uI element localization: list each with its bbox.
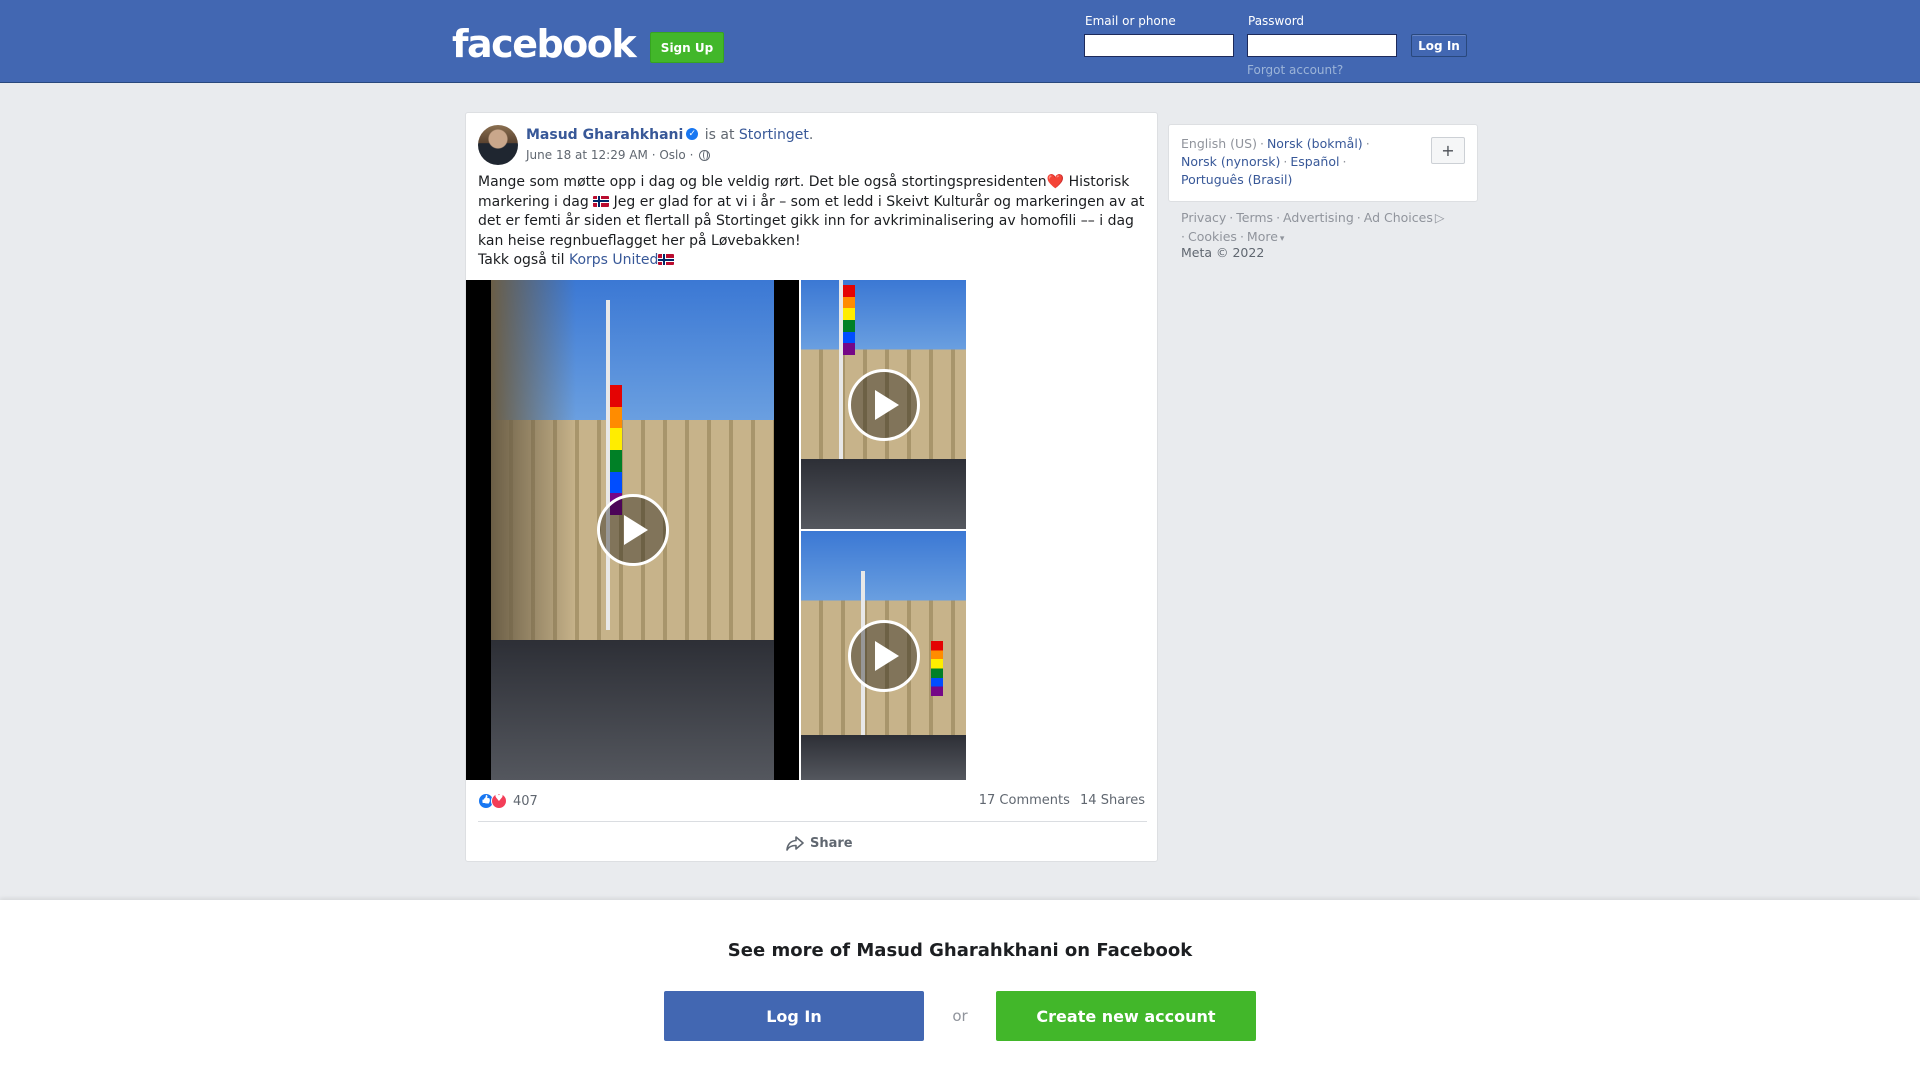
rainbow-flag <box>843 285 855 355</box>
login-prompt-banner: See more of Masud Gharahkhani on Faceboo… <box>0 900 1920 1080</box>
password-field[interactable] <box>1247 34 1397 57</box>
ad-choices-icon: ▷ <box>1434 210 1445 225</box>
ad-choices-link[interactable]: Ad Choices <box>1364 210 1433 225</box>
top-bar: facebook Sign Up Email or phone Password… <box>0 0 1920 83</box>
facebook-logo[interactable]: facebook <box>452 22 637 66</box>
location-link[interactable]: Stortinget <box>739 127 809 143</box>
crowd-ground <box>801 735 966 780</box>
cookies-link[interactable]: Cookies <box>1188 229 1237 244</box>
post-timestamp-link[interactable]: June 18 at 12:29 AM <box>526 148 648 162</box>
advertising-link[interactable]: Advertising <box>1283 210 1354 225</box>
more-languages-button[interactable]: + <box>1431 137 1465 164</box>
password-label: Password <box>1248 14 1305 28</box>
engagement-counts: 17 Comments 14 Shares <box>979 793 1145 808</box>
korps-united-link[interactable]: Korps United <box>569 252 658 268</box>
video-thumbnail-main[interactable] <box>466 280 799 780</box>
separator: · <box>1181 228 1185 244</box>
video-thumbnail-3[interactable] <box>801 531 966 780</box>
crowd-ground <box>491 640 774 780</box>
heart-emoji-icon: ❤️ <box>1046 174 1065 190</box>
author-avatar[interactable] <box>478 125 518 165</box>
love-reaction-icon <box>491 793 507 809</box>
language-current: English (US) <box>1181 136 1257 151</box>
post-place: Oslo <box>659 148 686 162</box>
share-label: Share <box>810 835 853 851</box>
more-link[interactable]: More <box>1247 229 1278 244</box>
banner-title: See more of Masud Gharahkhani on Faceboo… <box>727 940 1193 961</box>
or-text: or <box>952 1007 968 1025</box>
terms-link[interactable]: Terms <box>1236 210 1273 225</box>
separator: · <box>1283 154 1288 169</box>
verified-badge-icon: ✓ <box>686 128 699 140</box>
separator: · <box>1239 228 1244 244</box>
share-arrow-icon <box>786 836 804 851</box>
comments-count-link[interactable]: 17 Comments <box>979 793 1070 808</box>
caret-down-icon: ▾ <box>1279 233 1285 244</box>
create-account-button[interactable]: Create new account <box>996 991 1256 1041</box>
email-field[interactable] <box>1084 34 1234 57</box>
language-link[interactable]: Español <box>1290 154 1339 169</box>
shares-count-link[interactable]: 14 Shares <box>1080 793 1145 808</box>
separator: · <box>1356 210 1361 225</box>
reactions-summary[interactable]: 407 <box>478 793 538 809</box>
crowd-ground <box>801 459 966 529</box>
banner-login-button[interactable]: Log In <box>664 991 924 1041</box>
play-icon[interactable] <box>597 494 669 566</box>
copyright: Meta © 2022 <box>1181 245 1265 260</box>
separator: · <box>1276 210 1281 225</box>
post-text-1: Mange som møtte opp i dag og ble veldig … <box>478 174 1047 190</box>
meta-dot: · <box>689 148 694 162</box>
play-icon[interactable] <box>848 369 920 441</box>
language-selector: English (US) · Norsk (bokmål) · Norsk (nyno… <box>1168 124 1478 202</box>
author-name-link[interactable]: Masud Gharahkhani <box>526 127 683 143</box>
footer-links: Privacy · Terms · Advertising · Ad Choices ▷ · C… <box>1181 209 1481 248</box>
action-divider <box>478 821 1147 822</box>
header-login-button[interactable]: Log In <box>1411 34 1467 57</box>
is-at-text: is at <box>704 127 735 143</box>
video-thumbnail-2[interactable] <box>801 280 966 529</box>
norway-flag-icon <box>593 195 610 207</box>
separator: · <box>1229 210 1234 225</box>
email-label: Email or phone <box>1085 14 1176 28</box>
separator: · <box>1365 136 1370 151</box>
norway-flag-icon <box>658 254 675 265</box>
play-icon[interactable] <box>848 620 920 692</box>
privacy-link[interactable]: Privacy <box>1181 210 1226 225</box>
share-button[interactable]: Share <box>786 831 853 855</box>
language-link[interactable]: Norsk (nynorsk) <box>1181 154 1280 169</box>
post-meta: June 18 at 12:29 AM · Oslo · <box>526 148 711 162</box>
language-link[interactable]: Português (Brasil) <box>1181 172 1292 187</box>
language-link[interactable]: Norsk (bokmål) <box>1267 136 1363 151</box>
post-card: Masud Gharahkhani ✓ is at Stortinget. Jun… <box>465 112 1158 862</box>
sign-up-button[interactable]: Sign Up <box>650 32 724 63</box>
location-period: . <box>808 127 814 143</box>
separator: · <box>1259 136 1264 151</box>
post-text-4: Takk også til <box>478 252 569 268</box>
post-header: Masud Gharahkhani ✓ is at Stortinget. <box>526 127 813 143</box>
meta-dot: · <box>651 148 656 162</box>
post-body: Mange som møtte opp i dag og ble veldig … <box>478 173 1148 271</box>
reaction-count: 407 <box>513 793 538 809</box>
public-globe-icon <box>699 150 711 161</box>
rainbow-flag <box>931 641 943 696</box>
separator: · <box>1342 154 1347 169</box>
forgot-account-link[interactable]: Forgot account? <box>1247 63 1343 77</box>
